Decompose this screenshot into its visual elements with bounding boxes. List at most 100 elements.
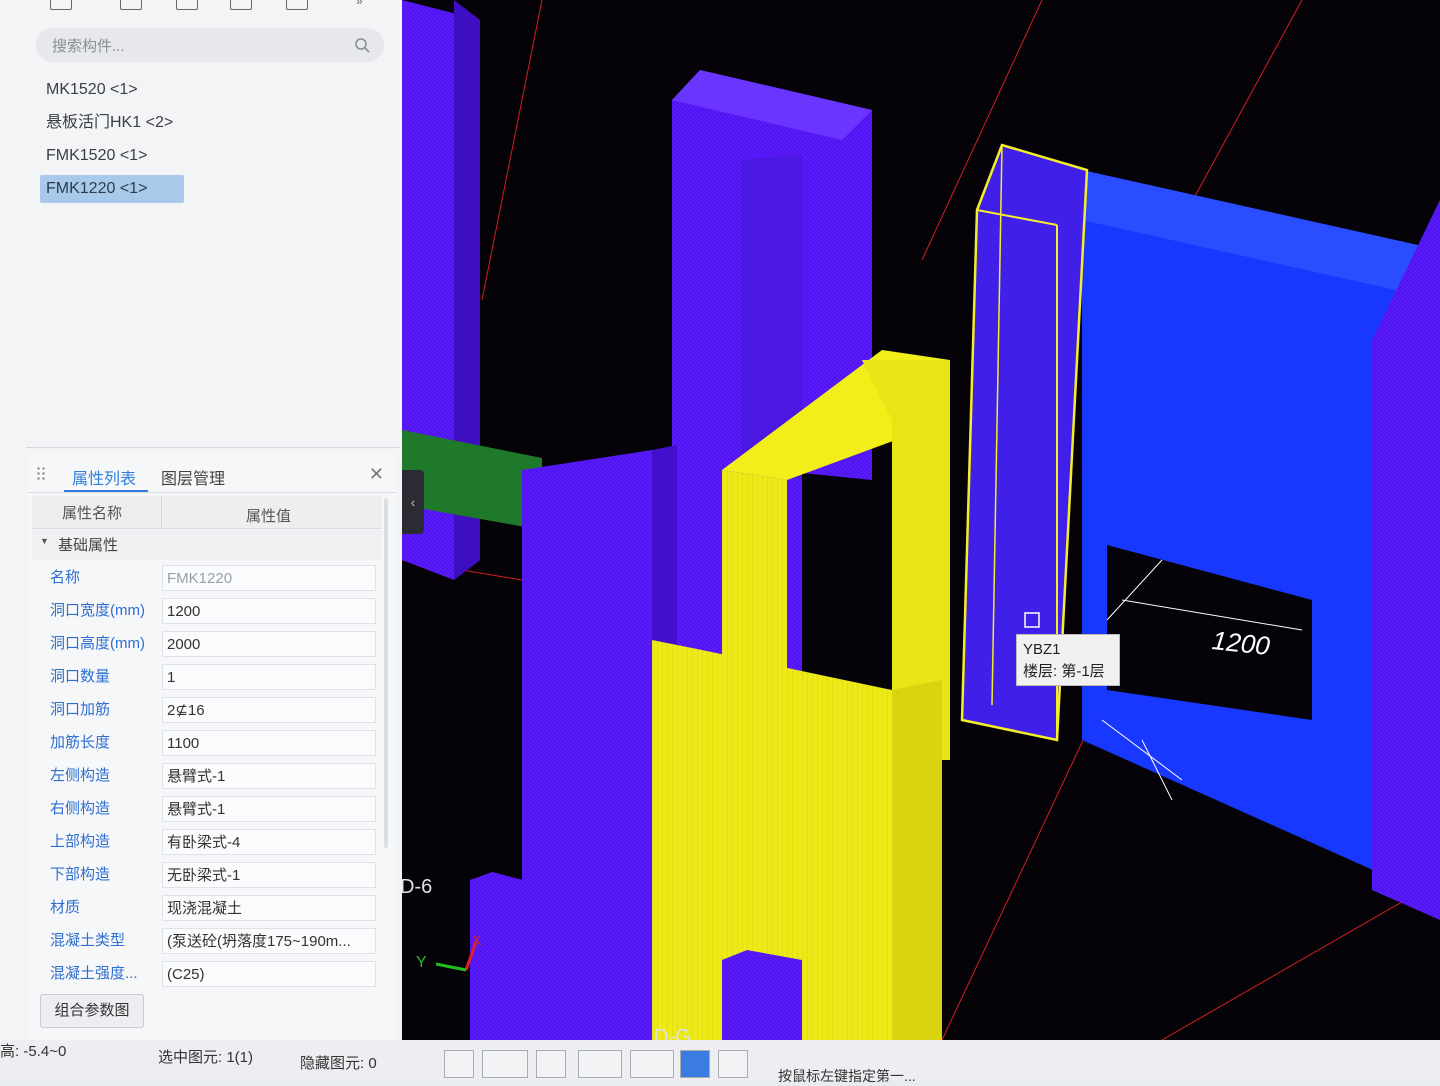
property-value[interactable]: 无卧梁式-1	[162, 862, 376, 888]
layer-copy-icon[interactable]	[230, 0, 252, 10]
grid-line	[1181, 0, 1303, 221]
property-row: 名称 FMK1220	[32, 562, 382, 595]
column-yellow-lowerside	[892, 680, 942, 1040]
component-panel: » MK1520 <1> 悬板活门HK1 <2> FMK1520 <1> FMK…	[0, 0, 403, 1040]
property-row: 洞口宽度(mm) 1200	[32, 595, 382, 628]
ortho-icon[interactable]	[444, 1050, 474, 1078]
property-tabs: 属性列表 图层管理 ✕	[28, 456, 396, 493]
property-row: 左侧构造 悬臂式-1	[32, 760, 382, 793]
property-value[interactable]: 悬臂式-1	[162, 796, 376, 822]
property-value[interactable]: 2⊈16	[162, 697, 376, 723]
angle-icon[interactable]	[578, 1050, 622, 1078]
display-mode-icon[interactable]	[680, 1050, 710, 1078]
list-item[interactable]: 悬板活门HK1 <2>	[40, 109, 184, 137]
cross-select-icon[interactable]	[536, 1050, 566, 1078]
axis-label-dg: D-G	[654, 1026, 691, 1040]
axis-y-icon	[435, 962, 467, 972]
property-value[interactable]: (泵送砼(坍落度175~190m...	[162, 928, 376, 954]
collapse-panel-icon[interactable]: ‹	[402, 470, 424, 534]
property-value[interactable]: 1200	[162, 598, 376, 624]
search-box[interactable]	[36, 28, 384, 64]
property-row: 下部构造 无卧梁式-1	[32, 859, 382, 892]
property-name: 洞口高度(mm)	[50, 635, 145, 652]
divider	[26, 447, 400, 448]
tooltip-floor: 楼层: 第-1层	[1023, 663, 1105, 680]
column-header-name: 属性名称	[62, 505, 123, 522]
property-value[interactable]: 现浇混凝土	[162, 895, 376, 921]
list-item[interactable]: MK1520 <1>	[40, 76, 184, 104]
wall-bottom-left	[470, 872, 562, 1040]
dimension-label: 1200	[1210, 625, 1272, 661]
property-name: 右侧构造	[50, 800, 111, 817]
column-header-value: 属性值	[246, 508, 292, 525]
tab-property-list[interactable]: 属性列表	[72, 465, 136, 489]
property-name: 混凝土类型	[50, 932, 126, 949]
status-hint: 按鼠标左键指定第一...	[778, 1068, 916, 1084]
property-name: 加筋长度	[50, 734, 111, 751]
property-name: 洞口加筋	[50, 701, 111, 718]
delete-icon[interactable]	[176, 0, 198, 10]
property-value[interactable]: 2000	[162, 631, 376, 657]
axis-y-label: Y	[416, 954, 427, 971]
property-panel: 属性列表 图层管理 ✕ 属性名称 属性值 ▼ 基础属性 名称 FMK1220 洞口…	[28, 452, 396, 1040]
3d-viewport[interactable]: D-6 D-G Y X	[402, 0, 1440, 1040]
drag-handle-icon[interactable]	[36, 466, 46, 482]
property-name: 左侧构造	[50, 767, 111, 784]
axis-label-d6: D-6	[402, 876, 433, 898]
axis-x-label: X	[472, 932, 482, 948]
property-row: 上部构造 有卧梁式-4	[32, 826, 382, 859]
combo-params-button[interactable]: 组合参数图	[40, 994, 144, 1028]
property-value[interactable]: 1100	[162, 730, 376, 756]
property-group-basic[interactable]: ▼ 基础属性	[32, 530, 382, 560]
list-item[interactable]: FMK1520 <1>	[40, 142, 184, 170]
wall-bottom-mid	[722, 950, 802, 1040]
property-name: 上部构造	[50, 833, 111, 850]
search-icon[interactable]	[354, 37, 370, 53]
property-table-header: 属性名称 属性值	[32, 496, 382, 529]
property-name: 材质	[50, 899, 81, 916]
list-item-selected[interactable]: FMK1220 <1>	[40, 175, 184, 203]
active-tab-indicator	[64, 490, 148, 492]
property-name: 洞口宽度(mm)	[50, 602, 145, 619]
property-value[interactable]: 悬臂式-1	[162, 763, 376, 789]
select-box-icon[interactable]	[482, 1050, 528, 1078]
close-icon[interactable]: ✕	[369, 464, 384, 485]
group-label: 基础属性	[58, 537, 119, 554]
property-row: 加筋长度 1100	[32, 727, 382, 760]
property-row: 材质 现浇混凝土	[32, 892, 382, 925]
tooltip-name: YBZ1	[1023, 641, 1061, 658]
grid-line	[941, 699, 1103, 1040]
new-icon[interactable]	[50, 0, 72, 10]
search-input[interactable]	[50, 28, 344, 64]
property-value[interactable]: 有卧梁式-4	[162, 829, 376, 855]
panel-toolbar: »	[30, 0, 400, 14]
tab-layer-management[interactable]: 图层管理	[161, 465, 225, 489]
status-elevation: 高: -5.4~0	[0, 1043, 67, 1060]
collapse-arrow-icon[interactable]: ▼	[40, 536, 49, 546]
divider	[161, 496, 162, 528]
property-name: 名称	[50, 569, 81, 586]
snap-icon[interactable]	[630, 1050, 674, 1078]
element-tooltip: YBZ1 楼层: 第-1层	[1016, 634, 1120, 686]
curve-icon[interactable]	[718, 1050, 748, 1078]
property-row: 右侧构造 悬臂式-1	[32, 793, 382, 826]
grid-line	[481, 0, 543, 301]
3d-model-canvas[interactable]	[402, 0, 1440, 1040]
grid-line	[1161, 879, 1440, 1040]
property-value: FMK1220	[162, 565, 376, 591]
status-hidden-count: 隐藏图元: 0	[300, 1055, 377, 1072]
filter-icon[interactable]	[286, 0, 308, 10]
copy-icon[interactable]	[120, 0, 142, 10]
property-name: 下部构造	[50, 866, 111, 883]
property-row: 洞口加筋 2⊈16	[32, 694, 382, 727]
property-name: 混凝土强度...	[50, 965, 138, 982]
more-icon[interactable]: »	[356, 0, 376, 8]
property-row: 混凝土强度... (C25)	[32, 958, 382, 991]
scrollbar[interactable]	[384, 498, 388, 848]
status-bar: 高: -5.4~0 选中图元: 1(1) 隐藏图元: 0 按鼠标左键指定第一..…	[0, 1040, 1440, 1084]
property-rows: 名称 FMK1220 洞口宽度(mm) 1200 洞口高度(mm) 2000 洞口数量…	[32, 562, 382, 991]
property-value[interactable]: 1	[162, 664, 376, 690]
property-value[interactable]: (C25)	[162, 961, 376, 987]
property-row: 洞口高度(mm) 2000	[32, 628, 382, 661]
property-name: 洞口数量	[50, 668, 111, 685]
